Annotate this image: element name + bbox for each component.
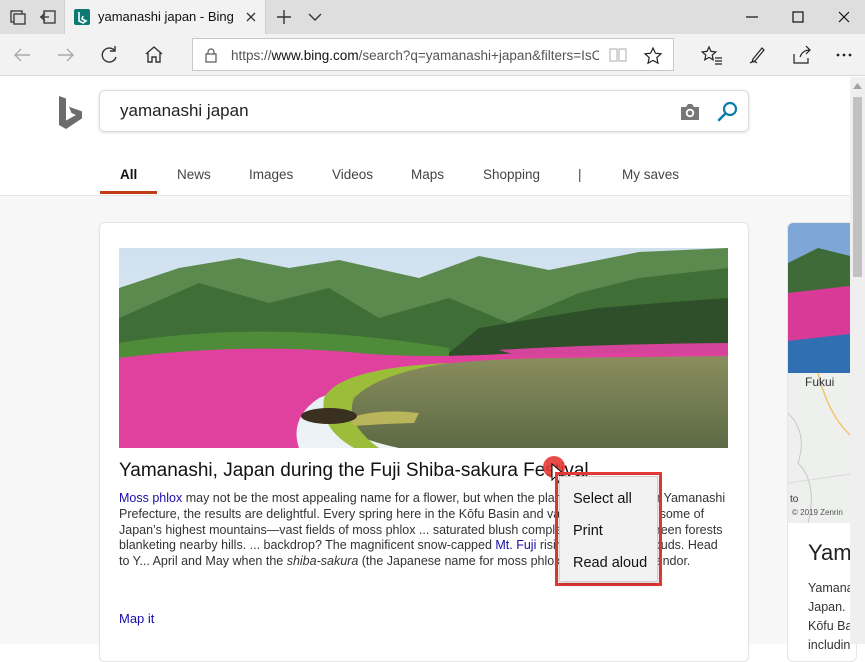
search-input[interactable]: [120, 101, 660, 121]
maximize-icon[interactable]: [786, 5, 810, 29]
tab-preview-icon[interactable]: [8, 7, 28, 27]
back-icon[interactable]: [10, 43, 34, 67]
knowledge-panel: Fukui to © 2019 Zenrin Yam Yamana Japan.…: [787, 222, 857, 662]
pen-notes-icon[interactable]: [745, 43, 769, 67]
search-icon[interactable]: [716, 100, 740, 124]
tab-bar: yamanashi japan - Bing: [0, 0, 865, 34]
active-tab-underline: [100, 191, 157, 194]
menu-item-print[interactable]: Print: [560, 516, 659, 546]
bing-logo-icon[interactable]: [56, 95, 86, 131]
address-bar[interactable]: https://www.bing.com/search?q=yamanashi+…: [192, 38, 674, 71]
vertical-scrollbar[interactable]: [850, 77, 865, 644]
minimize-icon[interactable]: [740, 5, 764, 29]
tab-videos[interactable]: Videos: [332, 167, 373, 182]
tab-news[interactable]: News: [177, 167, 211, 182]
moss-phlox-link[interactable]: Moss phlox: [119, 491, 182, 505]
bing-favicon-icon: [74, 9, 90, 25]
forward-icon[interactable]: [54, 43, 78, 67]
tab-maps[interactable]: Maps: [411, 167, 444, 182]
menu-item-read-aloud[interactable]: Read aloud: [560, 548, 659, 578]
more-options-icon[interactable]: [832, 43, 856, 67]
close-tab-icon[interactable]: [243, 9, 259, 25]
scrollbar-thumb[interactable]: [853, 97, 862, 277]
navigation-bar: https://www.bing.com/search?q=yamanashi+…: [0, 34, 865, 76]
tab-all[interactable]: All: [120, 167, 137, 182]
chevron-down-icon[interactable]: [305, 7, 325, 27]
search-box: [99, 90, 749, 132]
tab-separator: |: [578, 167, 582, 182]
panel-title: Yam: [808, 540, 852, 565]
map-label-fukui: Fukui: [805, 375, 835, 389]
scope-divider: [0, 195, 850, 196]
refresh-icon[interactable]: [98, 43, 122, 67]
set-tabs-aside-icon[interactable]: [38, 7, 58, 27]
camera-visual-search-icon[interactable]: [678, 102, 702, 122]
url-text[interactable]: https://www.bing.com/search?q=yamanashi+…: [231, 48, 599, 63]
mt-fuji-link[interactable]: Mt. Fuji: [495, 538, 536, 552]
panel-map[interactable]: Fukui to © 2019 Zenrin: [788, 373, 856, 523]
home-icon[interactable]: [142, 43, 166, 67]
tab-my-saves[interactable]: My saves: [622, 167, 679, 182]
new-tab-icon[interactable]: [274, 7, 294, 27]
featured-result-card: Yamanashi, Japan during the Fuji Shiba-s…: [99, 222, 749, 662]
close-window-icon[interactable]: [832, 5, 856, 29]
favorite-star-icon[interactable]: [643, 46, 663, 66]
reading-view-icon[interactable]: [609, 47, 627, 63]
result-title[interactable]: Yamanashi, Japan during the Fuji Shiba-s…: [119, 460, 589, 482]
browser-tab-active[interactable]: yamanashi japan - Bing: [64, 0, 266, 34]
share-icon[interactable]: [790, 43, 814, 67]
tab-images[interactable]: Images: [249, 167, 293, 182]
map-copyright: © 2019 Zenrin: [792, 508, 843, 517]
page-content: All News Images Videos Maps Shopping | M…: [0, 77, 857, 662]
hero-image[interactable]: [119, 248, 728, 448]
panel-image[interactable]: [788, 223, 857, 373]
context-menu: Select all Print Read aloud: [559, 476, 658, 582]
map-label-to: to: [790, 494, 799, 505]
tab-title: yamanashi japan - Bing: [98, 9, 234, 24]
scroll-up-icon[interactable]: [853, 82, 862, 89]
tab-shopping[interactable]: Shopping: [483, 167, 540, 182]
menu-item-select-all[interactable]: Select all: [560, 484, 659, 514]
map-it-link[interactable]: Map it: [119, 611, 154, 626]
lock-icon[interactable]: [203, 47, 219, 63]
favorites-list-icon[interactable]: [700, 43, 724, 67]
